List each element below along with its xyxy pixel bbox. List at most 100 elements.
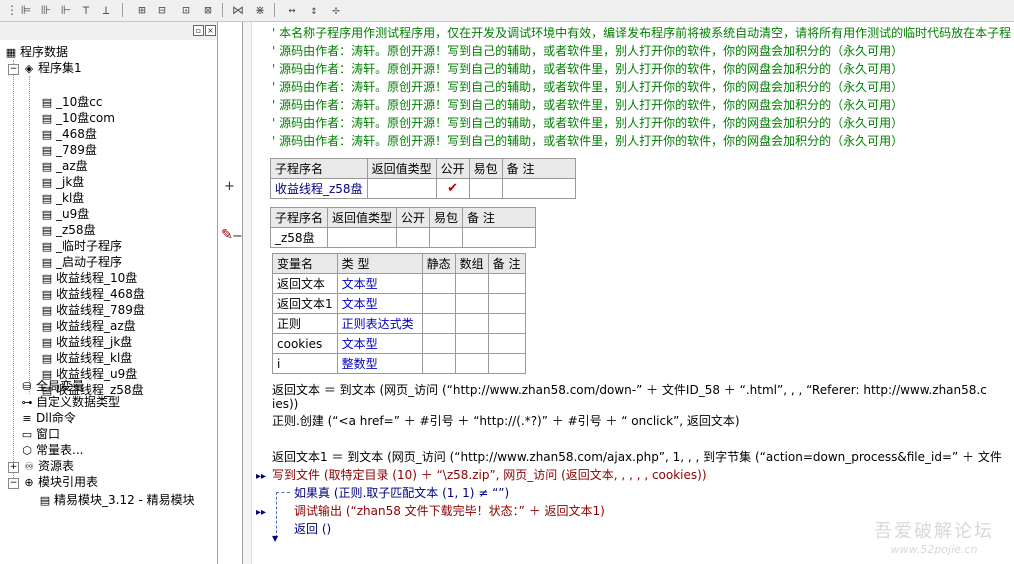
tree-sub-item[interactable]: ▤ _z58盘 bbox=[40, 222, 96, 238]
tree-constants[interactable]: ⬡ 常量表... bbox=[20, 442, 83, 458]
flow-line bbox=[276, 492, 290, 493]
tree-sub-item[interactable]: ▤ _kl盘 bbox=[40, 190, 85, 206]
subroutine-icon: ▤ bbox=[41, 192, 53, 205]
align-h-center-icon[interactable]: ⊞ bbox=[134, 2, 150, 18]
same-both-icon[interactable]: ✢ bbox=[328, 2, 344, 18]
tree-sub-item[interactable]: ▤ _az盘 bbox=[40, 158, 88, 174]
sub-header-table-2: 子程序名 返回值类型 公开 易包 备 注 _z58盘 bbox=[269, 207, 537, 248]
tree-sub-item[interactable]: ▤ _789盘 bbox=[40, 142, 97, 158]
public-cell[interactable] bbox=[396, 227, 431, 248]
same-width-icon[interactable]: ⋇ bbox=[252, 2, 268, 18]
align-right-icon[interactable]: ⊩ bbox=[58, 2, 74, 18]
tree-sub-item[interactable]: ▤ _468盘 bbox=[40, 126, 97, 142]
tree-sub-label: 收益线程_468盘 bbox=[56, 287, 145, 301]
tree-module[interactable]: ▤ 精易模块_3.12 - 精易模块 bbox=[38, 492, 195, 508]
same-size-icon[interactable]: ↕ bbox=[306, 2, 322, 18]
center-v-icon[interactable]: ⊡ bbox=[178, 2, 194, 18]
subroutine-icon: ▤ bbox=[41, 224, 53, 237]
code-editor[interactable]: ' 本名称子程序用作测试程序用，仅在开发及调试环境中有效，编译发布程序前将被系统… bbox=[252, 22, 1014, 564]
check-icon[interactable]: ✔ bbox=[447, 181, 458, 196]
sub-name-cell[interactable]: _z58盘 bbox=[269, 227, 329, 248]
note-cell[interactable] bbox=[501, 178, 576, 199]
col-return-type: 返回值类型 bbox=[366, 158, 437, 179]
tree-sub-item[interactable]: ▤ _临时子程序 bbox=[40, 238, 122, 254]
tree-sub-label: 收益线程_10盘 bbox=[56, 271, 138, 285]
pkg-cell[interactable] bbox=[468, 178, 503, 199]
comment-line[interactable]: ' 源码由作者：涛轩。原创开源！写到自己的辅助，或者软件里，别人打开你的软件，你… bbox=[272, 114, 903, 132]
code-line[interactable]: 正则.创建 (“<a href=” ＋ #引号 ＋ “http://(.*?)”… bbox=[272, 412, 740, 430]
data-type-icon: ⊶ bbox=[21, 396, 33, 409]
return-type-cell[interactable] bbox=[327, 227, 398, 248]
same-height-icon[interactable]: ↔ bbox=[284, 2, 300, 18]
expand-plus-icon[interactable]: + bbox=[224, 179, 235, 194]
code-line[interactable]: 返回文本 ＝ 到文本 (网页_访问 (“http://www.zhan58.co… bbox=[272, 381, 987, 399]
subroutine-icon: ▤ bbox=[41, 320, 53, 333]
code-line[interactable]: 返回文本1 ＝ 到文本 (网页_访问 (“http://www.zhan58.c… bbox=[272, 448, 1002, 466]
code-line[interactable]: 调试输出 (“zhan58 文件下载完毕！状态：” ＋ 返回文本1) bbox=[294, 502, 605, 520]
tree-resources[interactable]: ♾ 资源表 bbox=[22, 458, 74, 474]
align-top-icon[interactable]: ⊥ bbox=[98, 2, 114, 18]
col-var-type: 类 型 bbox=[336, 253, 423, 274]
table-row[interactable]: 返回文本1 文本型 bbox=[272, 293, 526, 314]
comment-line[interactable]: ' 源码由作者：涛轩。原创开源！写到自己的辅助，或者软件里，别人打开你的软件，你… bbox=[272, 78, 903, 96]
comment-line[interactable]: ' 源码由作者：涛轩。原创开源！写到自己的辅助，或者软件里，别人打开你的软件，你… bbox=[272, 42, 903, 60]
distribute-v-icon[interactable]: ⋈ bbox=[230, 2, 246, 18]
code-line[interactable]: ies)) bbox=[272, 395, 298, 413]
comment-line[interactable]: ' 源码由作者：涛轩。原创开源！写到自己的辅助，或者软件里，别人打开你的软件，你… bbox=[272, 96, 903, 114]
tree-module-refs[interactable]: ⊕ 模块引用表 bbox=[22, 474, 98, 490]
tree-sub-item[interactable]: ▤ 收益线程_789盘 bbox=[40, 302, 145, 318]
tree-sub-item[interactable]: ▤ _u9盘 bbox=[40, 206, 89, 222]
tree-custom-types[interactable]: ⊶ 自定义数据类型 bbox=[20, 394, 121, 410]
dock-icon[interactable]: ▫ bbox=[193, 25, 204, 36]
subroutine-icon: ▤ bbox=[41, 96, 53, 109]
tree-program-set[interactable]: ◈ 程序集1 bbox=[22, 60, 82, 76]
tree-sub-item[interactable]: ▤ 收益线程_az盘 bbox=[40, 318, 136, 334]
tree-window[interactable]: ▭ 窗口 bbox=[20, 426, 60, 442]
return-type-cell[interactable] bbox=[366, 178, 437, 199]
sub-name-cell[interactable]: 收益线程_z58盘 bbox=[270, 178, 368, 199]
comment-line[interactable]: ' 源码由作者：涛轩。原创开源！写到自己的辅助，或者软件里，别人打开你的软件，你… bbox=[272, 60, 903, 78]
expand-toggle[interactable]: − bbox=[8, 478, 19, 489]
col-note: 备 注 bbox=[462, 207, 537, 228]
tree-sub-item[interactable]: ▤ 收益线程_kl盘 bbox=[40, 350, 133, 366]
center-h-icon[interactable]: ⊟ bbox=[154, 2, 170, 18]
tree-sub-label: _789盘 bbox=[56, 143, 97, 157]
tree-sub-label: 收益线程_jk盘 bbox=[56, 335, 133, 349]
tree-dll[interactable]: ≡ Dll命令 bbox=[20, 410, 76, 426]
tree-sub-item[interactable]: ▤ _jk盘 bbox=[40, 174, 85, 190]
comment-line[interactable]: ' 源码由作者：涛轩。原创开源！写到自己的辅助，或者软件里，别人打开你的软件，你… bbox=[272, 132, 903, 150]
comment-line[interactable]: ' 本名称子程序用作测试程序用，仅在开发及调试环境中有效，编译发布程序前将被系统… bbox=[272, 24, 1011, 42]
tree-globals[interactable]: ⛁ 全局变量 bbox=[20, 378, 84, 394]
pkg-cell[interactable] bbox=[429, 227, 464, 248]
line-gutter: + ✎ − bbox=[218, 22, 243, 564]
tree-sub-item[interactable]: ▤ 收益线程_10盘 bbox=[40, 270, 137, 286]
distribute-h-icon[interactable]: ⊠ bbox=[200, 2, 216, 18]
align-bottom-icon[interactable]: ⊤ bbox=[78, 2, 94, 18]
expand-toggle[interactable]: + bbox=[8, 462, 19, 473]
table-row[interactable]: 返回文本 文本型 bbox=[272, 273, 526, 294]
tree-root[interactable]: ▦ 程序数据 bbox=[4, 44, 68, 60]
code-line[interactable]: 返回 () bbox=[294, 520, 331, 538]
collapse-minus-icon[interactable]: − bbox=[232, 229, 243, 244]
align-center-v-icon[interactable]: ⊪ bbox=[38, 2, 54, 18]
tree-sub-item[interactable]: ▤ _启动子程序 bbox=[40, 254, 122, 270]
tree-sub-item[interactable]: ▤ _10盘com bbox=[40, 110, 115, 126]
col-var-name: 变量名 bbox=[272, 253, 338, 274]
close-icon[interactable]: × bbox=[205, 25, 216, 36]
table-row[interactable]: cookies 文本型 bbox=[272, 333, 526, 354]
table-row[interactable]: 正则 正则表达式类 bbox=[272, 313, 526, 334]
code-line[interactable]: 如果真 (正则.取子匹配文本 (1, 1) ≠ “”) bbox=[294, 484, 509, 502]
dll-icon: ≡ bbox=[22, 412, 32, 425]
tree-sub-item[interactable]: ▤ 收益线程_468盘 bbox=[40, 286, 145, 302]
panel-header: ▫ × bbox=[0, 22, 217, 40]
table-row[interactable]: i 整数型 bbox=[272, 353, 526, 374]
tree-sub-item[interactable]: ▤ 收益线程_jk盘 bbox=[40, 334, 133, 350]
code-line[interactable]: 写到文件 (取特定目录 (10) ＋ “\z58.zip”, 网页_访问 (返回… bbox=[272, 466, 707, 484]
tree-sub-label: 收益线程_az盘 bbox=[56, 319, 136, 333]
subroutine-icon: ▤ bbox=[41, 272, 53, 285]
align-left-icon[interactable]: ⊫ bbox=[18, 2, 34, 18]
note-cell[interactable] bbox=[462, 227, 537, 248]
expand-toggle[interactable]: − bbox=[8, 64, 19, 75]
flow-line bbox=[276, 492, 277, 538]
tree-sub-item[interactable]: ▤ _10盘cc bbox=[40, 94, 103, 110]
